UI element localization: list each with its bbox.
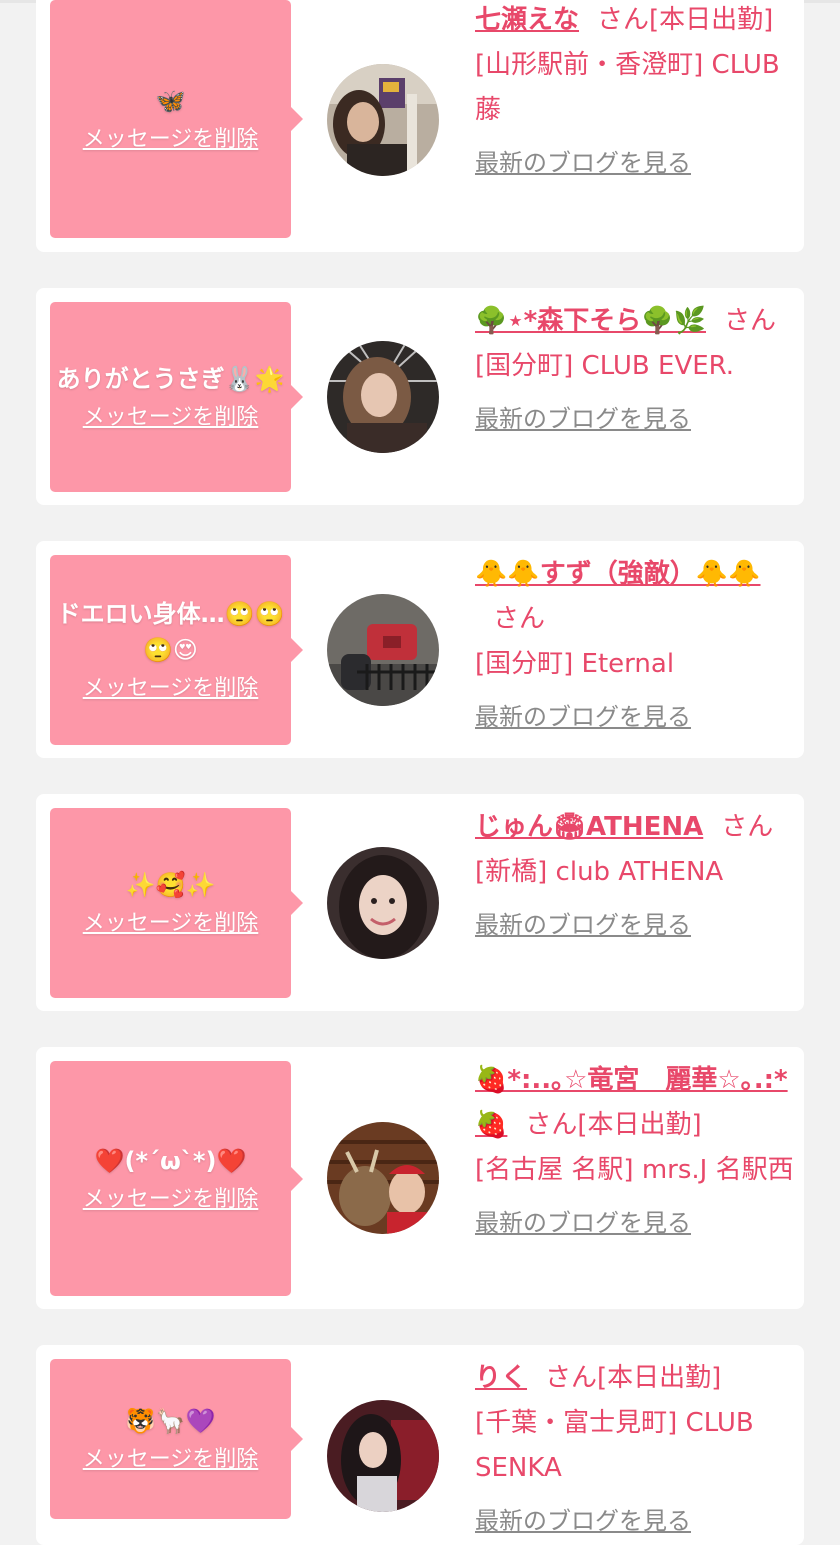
cast-name-link[interactable]: 🌳⋆*森下そら🌳🌿 [475, 306, 706, 336]
avatar[interactable] [327, 847, 439, 959]
cast-info: 🍓*:..｡☆竜宮 麗華☆｡.:*🍓 さん[本日出勤] [名古屋 名駅] mrs.… [475, 1058, 795, 1243]
latest-blog-link[interactable]: 最新のブログを見る [475, 697, 691, 737]
delete-message-link[interactable]: メッセージを削除 [83, 125, 259, 155]
avatar[interactable] [327, 341, 439, 453]
honorific: さん [724, 306, 777, 336]
message-text: ドエロい身体…🙄🙄🙄😍 [56, 600, 285, 664]
avatar[interactable] [327, 1122, 439, 1234]
shop-info: [新橋] club ATHENA [475, 857, 724, 887]
shop-info: [国分町] Eternal [475, 649, 675, 679]
latest-blog-link[interactable]: 最新のブログを見る [475, 1203, 691, 1243]
avatar[interactable] [327, 64, 439, 176]
shop-info: [山形駅前・香澄町] CLUB 藤 [475, 50, 780, 125]
message-bubble: ドエロい身体…🙄🙄🙄😍 メッセージを削除 [50, 555, 303, 745]
cast-info: じゅん🏟ATHENA さん [新橋] club ATHENA 最新のブログを見る [475, 805, 795, 945]
latest-blog-link[interactable]: 最新のブログを見る [475, 905, 691, 945]
latest-blog-link[interactable]: 最新のブログを見る [475, 143, 691, 183]
shop-info: [国分町] CLUB EVER. [475, 351, 735, 381]
delete-message-link[interactable]: メッセージを削除 [83, 1185, 259, 1215]
avatar[interactable] [327, 1400, 439, 1512]
message-bubble: ✨🥰✨ メッセージを削除 [50, 808, 303, 998]
message-text: ✨🥰✨ [125, 871, 216, 899]
honorific: さん [493, 604, 546, 634]
cast-info: りく さん[本日出勤] [千葉・富士見町] CLUB SENKA 最新のブログを見… [475, 1356, 795, 1541]
cast-name-link[interactable]: じゅん🏟ATHENA [475, 812, 703, 842]
message-text: 🦋 [155, 87, 186, 115]
latest-blog-link[interactable]: 最新のブログを見る [475, 399, 691, 439]
message-bubble: ❤️(*´ω`*)❤️ メッセージを削除 [50, 1061, 303, 1296]
message-bubble: 🐯🦙💜 メッセージを削除 [50, 1359, 303, 1519]
favorite-card: ✨🥰✨ メッセージを削除 じゅん🏟ATHENA さん [新橋] club ATHE… [36, 794, 804, 1011]
latest-blog-link[interactable]: 最新のブログを見る [475, 1501, 691, 1541]
status-badge: [本日出勤] [649, 5, 774, 35]
cast-info: 七瀬えな さん[本日出勤] [山形駅前・香澄町] CLUB 藤 最新のブログを見る [475, 0, 795, 183]
favorite-card: 🦋 メッセージを削除 七瀬えな さん[本日出勤] [山形駅前・香澄町] CLUB … [36, 0, 804, 252]
avatar[interactable] [327, 594, 439, 706]
cast-info: 🌳⋆*森下そら🌳🌿 さん [国分町] CLUB EVER. 最新のブログを見る [475, 299, 795, 439]
message-text: 🐯🦙💜 [125, 1407, 216, 1435]
favorite-card: ❤️(*´ω`*)❤️ メッセージを削除 🍓*:..｡☆竜宮 麗華☆｡.:*🍓 さ… [36, 1047, 804, 1309]
honorific: さん [545, 1363, 598, 1393]
delete-message-link[interactable]: メッセージを削除 [83, 909, 259, 939]
honorific: さん [597, 5, 650, 35]
favorite-card: ドエロい身体…🙄🙄🙄😍 メッセージを削除 🐥🐥すず（強敵）🐥🐥 さん [国分町] … [36, 541, 804, 758]
message-text: ❤️(*´ω`*)❤️ [94, 1146, 247, 1175]
cast-name-link[interactable]: 七瀬えな [475, 5, 579, 35]
delete-message-link[interactable]: メッセージを削除 [83, 674, 259, 704]
favorite-card: ありがとうさぎ🐰🌟 メッセージを削除 🌳⋆*森下そら🌳🌿 さん [国分町] CLU… [36, 288, 804, 505]
message-bubble: ありがとうさぎ🐰🌟 メッセージを削除 [50, 302, 303, 492]
delete-message-link[interactable]: メッセージを削除 [83, 403, 259, 433]
status-badge: [本日出勤] [577, 1110, 702, 1140]
message-text: ありがとうさぎ🐰🌟 [56, 365, 285, 393]
status-badge: [本日出勤] [597, 1363, 722, 1393]
shop-info: [千葉・富士見町] CLUB SENKA [475, 1408, 754, 1483]
message-bubble: 🦋 メッセージを削除 [50, 0, 303, 238]
delete-message-link[interactable]: メッセージを削除 [83, 1445, 259, 1475]
cast-info: 🐥🐥すず（強敵）🐥🐥 さん [国分町] Eternal 最新のブログを見る [475, 552, 795, 737]
honorific: さん [525, 1110, 578, 1140]
shop-info: [名古屋 名駅] mrs.J 名駅西 [475, 1155, 794, 1185]
cast-name-link[interactable]: 🐥🐥すず（強敵）🐥🐥 [475, 559, 761, 589]
favorite-card: 🐯🦙💜 メッセージを削除 りく さん[本日出勤] [千葉・富士見町] CLUB S… [36, 1345, 804, 1545]
cast-name-link[interactable]: りく [475, 1363, 527, 1393]
honorific: さん [721, 812, 774, 842]
